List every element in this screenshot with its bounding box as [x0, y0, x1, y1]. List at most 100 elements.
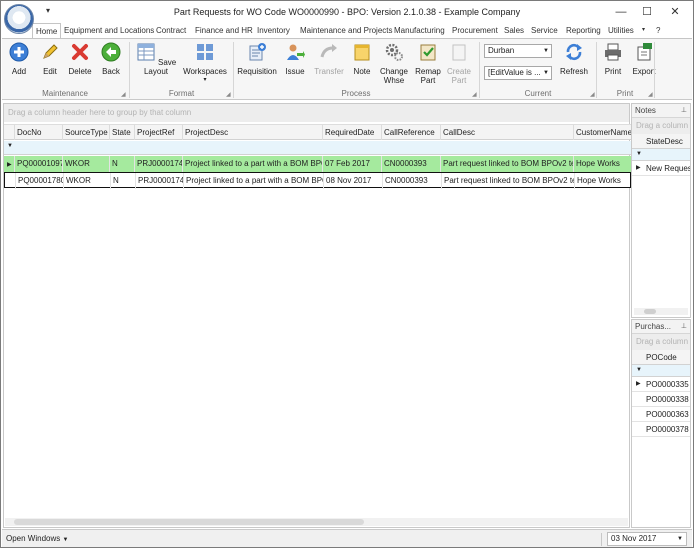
column-header-calldesc[interactable]: CallDesc	[440, 125, 573, 140]
column-header-state[interactable]: State	[109, 125, 134, 140]
tab-manufacturing[interactable]: Manufacturing	[394, 23, 445, 38]
notes-group-by-panel[interactable]: Drag a column h	[632, 118, 690, 134]
transfer-button[interactable]: Transfer	[312, 42, 346, 76]
cell-state[interactable]: N	[110, 173, 135, 189]
cell-callreference[interactable]: CN0000393	[381, 156, 440, 172]
tab-sales[interactable]: Sales	[504, 23, 524, 38]
tab-contract[interactable]: Contract	[156, 23, 186, 38]
group-by-panel[interactable]: Drag a column header here to group by th…	[4, 104, 629, 122]
cell-callreference[interactable]: CN0000393	[382, 173, 441, 189]
column-header-customername[interactable]: CustomerName	[573, 125, 631, 140]
change-whse-label-line1: Change	[379, 67, 409, 76]
change-whse-label-line2: Whse	[383, 76, 405, 85]
add-button[interactable]: Add	[6, 42, 32, 76]
close-button[interactable]: ✕	[663, 4, 687, 20]
cell-state[interactable]: N	[109, 156, 134, 172]
cell-requireddate[interactable]: 08 Nov 2017	[323, 173, 382, 189]
date-picker-value: 03 Nov 2017	[611, 534, 657, 543]
list-item[interactable]: ▶ New Request	[632, 161, 690, 176]
purchase-group-by-panel[interactable]: Drag a column h	[632, 334, 690, 350]
cell-calldesc[interactable]: Part request linked to BOM BPOv2 test	[440, 156, 573, 172]
pocode-value: PO0000378	[646, 425, 689, 434]
refresh-button[interactable]: Refresh	[558, 42, 590, 76]
print-group-label: Print	[616, 89, 634, 98]
tab-maintenance-and-projects[interactable]: Maintenance and Projects	[300, 23, 393, 38]
column-header-requireddate[interactable]: RequiredDate	[322, 125, 381, 140]
tab-equipment-and-locations[interactable]: Equipment and Locations	[64, 23, 154, 38]
column-header-pocode[interactable]: POCode	[632, 350, 690, 365]
column-header-callreference[interactable]: CallReference	[381, 125, 440, 140]
pin-icon[interactable]: ⊥	[681, 104, 687, 118]
pocode-value: PO0000335	[646, 380, 689, 389]
cell-requireddate[interactable]: 07 Feb 2017	[322, 156, 381, 172]
column-header-projectdesc[interactable]: ProjectDesc	[182, 125, 322, 140]
list-item[interactable]: PO0000378	[632, 422, 690, 437]
purchase-filter-row[interactable]: ▼	[632, 365, 690, 377]
tab-finance-and-hr[interactable]: Finance and HR	[195, 23, 253, 38]
cell-sourcetype[interactable]: WKOR	[63, 173, 110, 189]
pin-icon[interactable]: ⊥	[681, 320, 687, 334]
cell-docno[interactable]: PQ00001780	[15, 173, 63, 189]
workspaces-button[interactable]: Workspaces ▾	[183, 42, 227, 83]
scrollbar-thumb[interactable]	[644, 309, 656, 314]
horizontal-scrollbar[interactable]	[5, 518, 628, 526]
delete-button[interactable]: Delete	[66, 42, 94, 76]
change-whse-button[interactable]: Change Whse	[378, 42, 410, 85]
back-button[interactable]: Back	[98, 42, 124, 76]
site-combo[interactable]: Durban ▼	[484, 44, 552, 58]
cell-docno[interactable]: PQ00001097	[14, 156, 62, 172]
edit-button[interactable]: Edit	[37, 42, 63, 76]
notes-filter-row[interactable]: ▼	[632, 149, 690, 161]
tab-home[interactable]: Home	[32, 23, 62, 38]
save-layout-button[interactable]: Save Layout	[134, 42, 178, 76]
table-row[interactable]: ▶ PQ00001097 WKOR N PRJ0000174 Project l…	[4, 156, 631, 172]
list-item[interactable]: PO0000338	[632, 392, 690, 407]
column-header-docno[interactable]: DocNo	[14, 125, 62, 140]
list-item[interactable]: ▶ PO0000335	[632, 377, 690, 392]
tab-procurement[interactable]: Procurement	[452, 23, 498, 38]
column-header-sourcetype[interactable]: SourceType	[62, 125, 109, 140]
ribbon-collapse-icon[interactable]: ▾	[642, 23, 645, 38]
edit-value-combo[interactable]: [EditValue is ... ▼	[484, 66, 552, 80]
tab-reporting[interactable]: Reporting	[566, 23, 601, 38]
cell-projectref[interactable]: PRJ0000174	[134, 156, 182, 172]
tab-inventory[interactable]: Inventory	[257, 23, 290, 38]
scrollbar-thumb[interactable]	[14, 519, 364, 525]
print-launcher-icon[interactable]: ◢	[648, 91, 653, 98]
cell-projectref[interactable]: PRJ0000174	[135, 173, 183, 189]
issue-button[interactable]: Issue	[281, 42, 309, 76]
minimize-button[interactable]: —	[609, 4, 633, 20]
column-header-statedesc[interactable]: StateDesc	[632, 134, 690, 149]
maximize-button[interactable]: ☐	[635, 4, 659, 20]
app-logo-icon[interactable]	[4, 4, 34, 34]
cell-sourcetype[interactable]: WKOR	[62, 156, 109, 172]
cell-projectdesc[interactable]: Project linked to a part with a BOM BPO2	[183, 173, 323, 189]
column-header-projectref[interactable]: ProjectRef	[134, 125, 182, 140]
create-part-button[interactable]: Create Part	[445, 42, 473, 85]
requisition-button[interactable]: Requisition	[237, 42, 277, 76]
notes-horizontal-scrollbar[interactable]	[634, 308, 688, 315]
edit-label: Edit	[43, 67, 57, 76]
remap-part-button[interactable]: Remap Part	[413, 42, 443, 85]
note-button[interactable]: Note	[350, 42, 374, 76]
cell-customername[interactable]: Hope Works	[573, 156, 631, 172]
maintenance-launcher-icon[interactable]: ◢	[121, 91, 126, 98]
list-item[interactable]: PO0000363	[632, 407, 690, 422]
help-icon[interactable]: ?	[656, 23, 660, 38]
current-launcher-icon[interactable]: ◢	[590, 91, 595, 98]
date-picker[interactable]: 03 Nov 2017 ▼	[607, 532, 687, 546]
tab-utilities[interactable]: Utilities	[608, 23, 634, 38]
process-launcher-icon[interactable]: ◢	[472, 91, 477, 98]
cell-projectdesc[interactable]: Project linked to a part with a BOM BPO2	[182, 156, 322, 172]
cell-customername[interactable]: Hope Works	[574, 173, 630, 189]
format-launcher-icon[interactable]: ◢	[226, 91, 231, 98]
cell-calldesc[interactable]: Part request linked to BOM BPOv2 test	[441, 173, 574, 189]
print-button[interactable]: Print	[600, 42, 626, 76]
tab-service[interactable]: Service	[531, 23, 558, 38]
group-separator	[233, 42, 234, 98]
create-part-icon	[452, 44, 466, 61]
requisition-icon	[249, 43, 266, 61]
open-windows-menu[interactable]: Open Windows ▼	[6, 534, 68, 543]
auto-filter-row[interactable]: ▼	[4, 141, 631, 155]
table-row[interactable]: PQ00001780 WKOR N PRJ0000174 Project lin…	[4, 172, 631, 189]
